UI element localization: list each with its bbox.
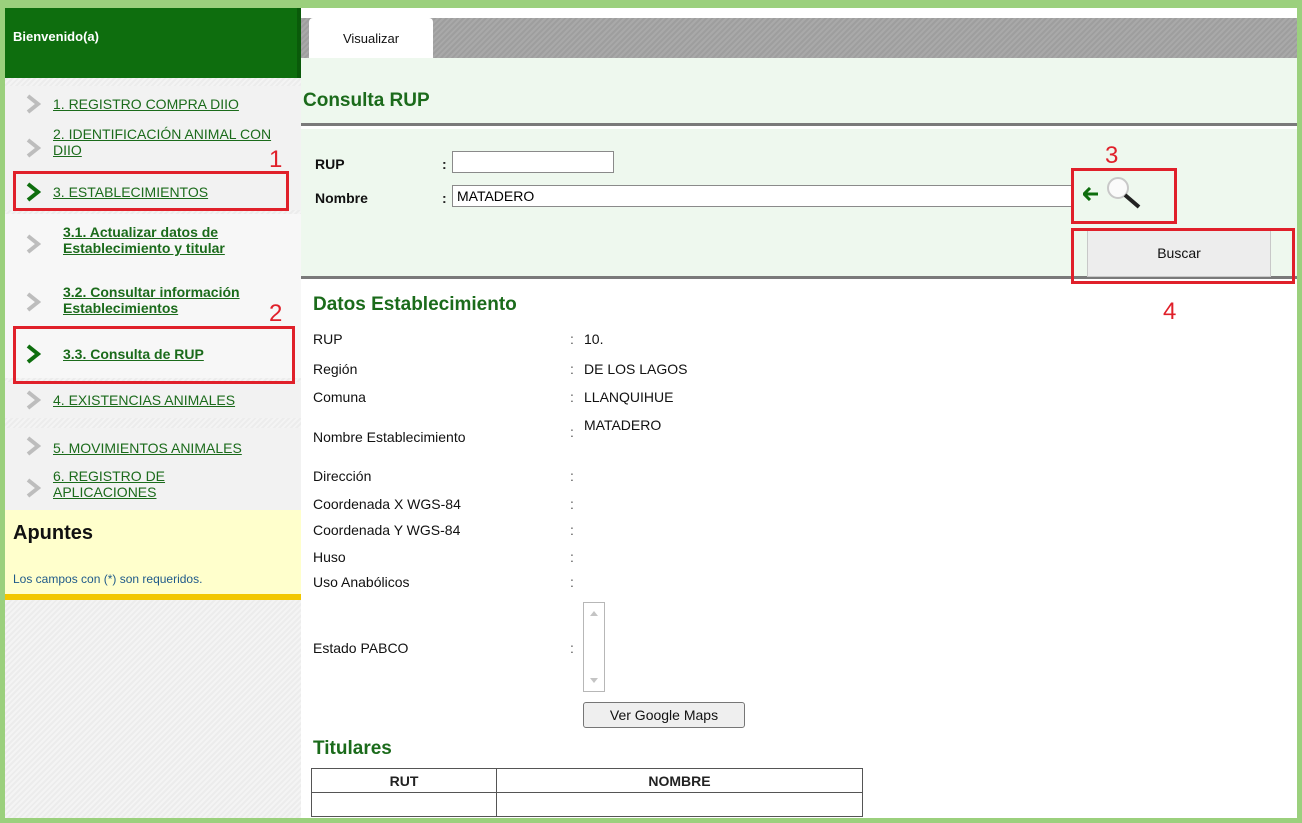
sidebar-item-existencias-animales[interactable]: 4. EXISTENCIAS ANIMALES [5,382,301,418]
sidebar-item-label[interactable]: 4. EXISTENCIAS ANIMALES [53,392,235,408]
sidebar-item-label[interactable]: 5. MOVIMIENTOS ANIMALES [53,440,242,456]
datos-label: Dirección [313,468,372,484]
datos-colon: : [570,424,574,440]
sidebar: Bienvenido(a) 1. REGISTRO COMPRA DIIO 2.… [5,8,301,818]
page-title: Consulta RUP [303,90,430,111]
column-header-nombre: NOMBRE [496,768,863,793]
annotation-number-1: 1 [269,146,283,173]
rup-input[interactable] [452,151,614,173]
datos-colon: : [570,640,574,656]
sidebar-item-label[interactable]: 6. REGISTRO DE APLICACIONES [53,468,213,500]
table-row [311,792,863,817]
datos-colon: : [570,468,574,484]
sidebar-item-registro-aplicaciones[interactable]: 6. REGISTRO DE APLICACIONES [5,464,301,510]
google-maps-button[interactable]: Ver Google Maps [583,702,745,728]
datos-colon: : [570,361,574,377]
chevron-right-icon [23,292,43,312]
chevron-right-icon [23,436,43,456]
tab-visualizar[interactable]: Visualizar [309,18,433,58]
sidebar-item-label[interactable]: 3.2. Consultar información Establecimien… [63,284,293,316]
nombre-label: Nombre [315,190,368,206]
app-frame: Bienvenido(a) 1. REGISTRO COMPRA DIIO 2.… [0,0,1302,823]
estado-pabco-listbox[interactable] [583,602,605,692]
sidebar-item-movimientos-animales[interactable]: 5. MOVIMIENTOS ANIMALES [5,428,301,464]
datos-colon: : [570,496,574,512]
rup-label: RUP [315,156,345,172]
column-header-rut: RUT [311,768,497,793]
sidebar-item-registro-compra-diio[interactable]: 1. REGISTRO COMPRA DIIO [5,86,301,122]
datos-label: Uso Anabólicos [313,574,410,590]
chevron-right-icon [23,138,43,158]
datos-colon: : [570,389,574,405]
datos-colon: : [570,549,574,565]
datos-value-comuna: LLANQUIHUE [584,389,674,405]
nombre-input[interactable] [452,185,1072,207]
sidebar-item-identificacion-animal[interactable]: 2. IDENTIFICACIÓN ANIMAL CON DIIO [5,122,301,174]
chevron-right-icon [23,94,43,114]
sidebar-header: Bienvenido(a) [5,8,301,78]
datos-label: Coordenada Y WGS-84 [313,522,461,538]
table-cell-rut [311,792,497,817]
sidebar-item-actualizar-datos[interactable]: 3.1. Actualizar datos de Establecimiento… [5,214,301,274]
table-header-row: RUT NOMBRE [311,768,863,793]
notes-title: Apuntes [13,522,93,544]
table-cell-nombre [496,792,863,817]
sidebar-item-consultar-informacion[interactable]: 3.2. Consultar información Establecimien… [5,274,301,332]
chevron-right-icon [23,234,43,254]
datos-value-nombre: MATADERO [584,417,662,433]
nombre-colon: : [442,190,447,206]
datos-label: Nombre Establecimiento [313,429,466,445]
datos-label: RUP [313,331,343,347]
sidebar-item-label[interactable]: 1. REGISTRO COMPRA DIIO [53,96,239,112]
annotation-number-2: 2 [269,300,283,327]
datos-colon: : [570,574,574,590]
annotation-box-1 [13,171,289,211]
titulares-title: Titulares [313,738,392,759]
titulares-table: RUT NOMBRE [311,768,863,817]
rup-colon: : [442,156,447,172]
sidebar-item-label[interactable]: 2. IDENTIFICACIÓN ANIMAL CON DIIO [53,126,293,158]
annotation-box-2 [13,326,295,384]
scroll-up-icon[interactable] [589,609,599,617]
annotation-number-3: 3 [1105,142,1119,169]
title-band: Consulta RUP [301,58,1297,126]
annotation-box-3 [1071,168,1177,224]
datos-title: Datos Establecimiento [313,294,517,315]
annotation-box-4 [1071,228,1295,284]
datos-label: Coordenada X WGS-84 [313,496,461,512]
datos-value-rup: 10. [584,331,604,347]
datos-label: Comuna [313,389,366,405]
notes-text: Los campos con (*) son requeridos. [13,572,203,586]
sidebar-item-label[interactable]: 3.1. Actualizar datos de Establecimiento… [63,224,293,256]
chevron-right-icon [23,478,43,498]
tab-bar: Visualizar [301,18,1297,58]
annotation-number-4: 4 [1163,298,1177,325]
datos-label: Región [313,361,358,377]
datos-label: Estado PABCO [313,640,409,656]
scroll-down-icon[interactable] [589,677,599,685]
datos-label: Huso [313,549,346,565]
datos-colon: : [570,331,574,347]
notes-panel: Apuntes Los campos con (*) son requerido… [5,510,301,600]
chevron-right-icon [23,390,43,410]
datos-value-region: DE LOS LAGOS [584,361,688,377]
datos-colon: : [570,522,574,538]
